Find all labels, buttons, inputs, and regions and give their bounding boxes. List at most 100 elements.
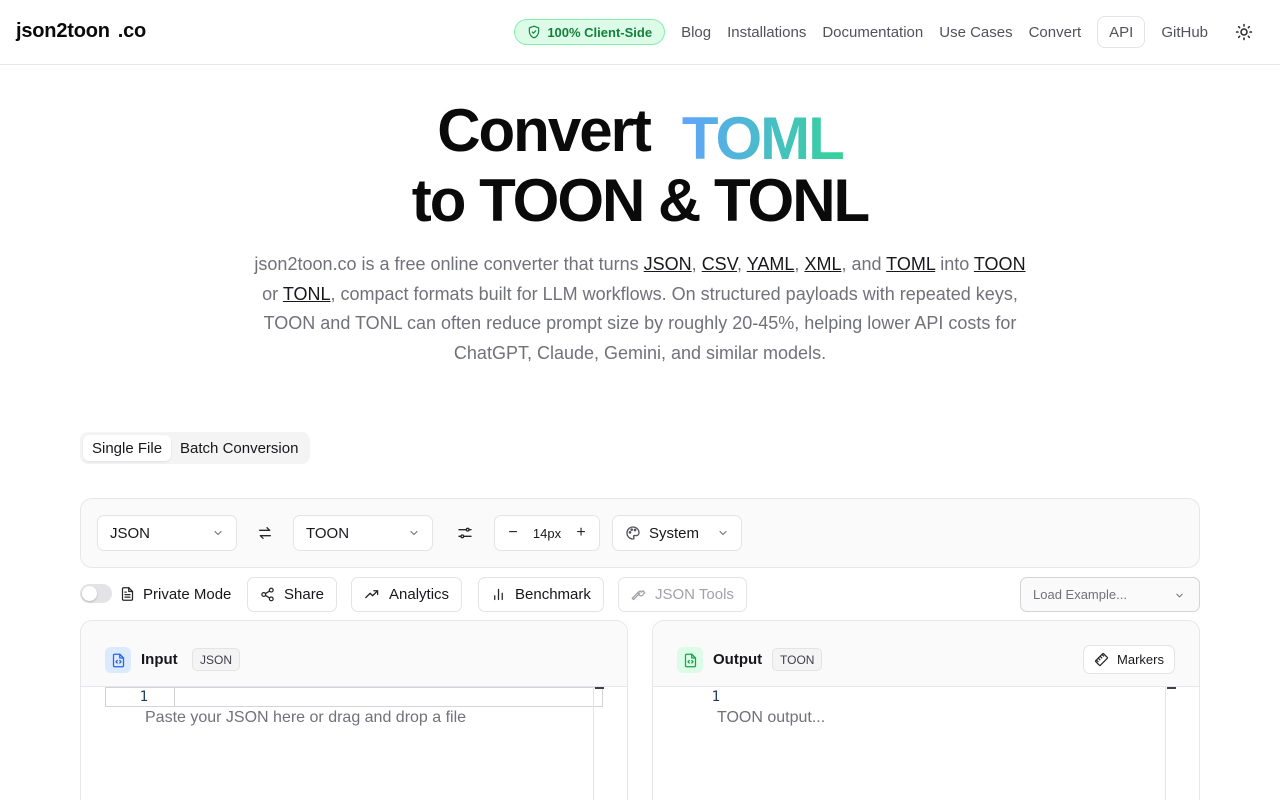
output-placeholder: TOON output... bbox=[717, 709, 826, 726]
output-panel-header: Output TOON Markers bbox=[653, 621, 1199, 687]
link-csv[interactable]: CSV bbox=[702, 254, 737, 274]
share-label: Share bbox=[284, 586, 325, 603]
input-panel-title: Input bbox=[141, 651, 178, 668]
tab-batch-conversion[interactable]: Batch Conversion bbox=[171, 435, 307, 461]
line-gutter: 1 bbox=[677, 687, 747, 800]
trending-up-icon bbox=[365, 590, 379, 599]
palette-icon bbox=[626, 526, 640, 540]
benchmark-button[interactable]: Benchmark bbox=[478, 577, 604, 612]
analytics-button[interactable]: Analytics bbox=[351, 577, 463, 612]
wrench-icon bbox=[631, 590, 646, 601]
input-format-tag: JSON bbox=[192, 648, 241, 671]
chevron-down-icon bbox=[1176, 593, 1183, 598]
intro-text: into bbox=[935, 254, 974, 274]
intro-text: json2toon.co is a free online converter … bbox=[254, 254, 644, 274]
load-example-select[interactable]: Load Example... bbox=[1020, 577, 1200, 612]
ruler-icon bbox=[1094, 652, 1109, 667]
link-yaml[interactable]: YAML bbox=[747, 254, 795, 274]
nav-installations[interactable]: Installations bbox=[727, 24, 806, 41]
badge-label: 100% Client-Side bbox=[547, 24, 653, 40]
markers-button[interactable]: Markers bbox=[1083, 645, 1175, 674]
font-size-value: 14px bbox=[532, 525, 562, 541]
markers-label: Markers bbox=[1117, 652, 1164, 667]
private-mode-label: Private Mode bbox=[120, 584, 231, 604]
theme-toggle-button[interactable] bbox=[1228, 16, 1260, 48]
line-gutter: 1 bbox=[105, 687, 175, 800]
chevron-down-icon bbox=[214, 530, 222, 536]
chevron-down-icon bbox=[410, 530, 418, 536]
link-toon[interactable]: TOON bbox=[974, 254, 1026, 274]
font-size-increase-button[interactable]: + bbox=[575, 524, 587, 542]
editor-scrollbar-track[interactable] bbox=[593, 687, 594, 800]
source-format-value: JSON bbox=[110, 524, 151, 542]
editor-theme-value: System bbox=[649, 524, 700, 542]
bar-chart-icon bbox=[494, 588, 503, 601]
sliders-icon bbox=[458, 527, 472, 539]
hero-convert-word: Convert bbox=[437, 97, 652, 164]
target-format-select[interactable]: TOON bbox=[293, 515, 433, 551]
editor-overview-ruler bbox=[1167, 687, 1176, 689]
json-tools-label: JSON Tools bbox=[655, 586, 734, 603]
sun-icon bbox=[1235, 23, 1253, 41]
load-example-value: Load Example... bbox=[1033, 587, 1127, 602]
nav-convert[interactable]: Convert bbox=[1029, 24, 1082, 41]
mode-tabs: Single File Batch Conversion bbox=[80, 432, 311, 464]
nav-github[interactable]: GitHub bbox=[1161, 24, 1208, 41]
input-panel-header: Input JSON bbox=[81, 621, 627, 687]
target-format-value: TOON bbox=[306, 524, 350, 542]
output-panel: Output TOON Markers 1 TOON output... bbox=[652, 620, 1200, 800]
output-format-tag: TOON bbox=[772, 648, 823, 671]
intro-text: , bbox=[794, 254, 805, 274]
share-icon bbox=[261, 587, 274, 602]
site-logo[interactable]: json2toon .co bbox=[16, 20, 146, 43]
swap-icon bbox=[259, 527, 271, 539]
intro-text: or bbox=[262, 283, 283, 304]
intro-text: , compact formats built for LLM workflow… bbox=[263, 283, 1018, 363]
tab-single-file[interactable]: Single File bbox=[83, 435, 172, 461]
link-json[interactable]: JSON bbox=[644, 254, 692, 274]
swap-formats-button[interactable] bbox=[253, 521, 277, 545]
intro-text: , bbox=[737, 254, 747, 274]
current-line-highlight bbox=[105, 687, 603, 707]
nav-api-button[interactable]: API bbox=[1097, 16, 1146, 48]
input-editor[interactable]: 1 Paste your JSON here or drag and drop … bbox=[81, 687, 627, 800]
chevron-down-icon bbox=[719, 530, 727, 536]
font-size-decrease-button[interactable]: − bbox=[507, 524, 519, 542]
source-format-select[interactable]: JSON bbox=[97, 515, 237, 551]
settings-button[interactable] bbox=[453, 521, 477, 545]
top-nav: 100% Client-Side Blog Installations Docu… bbox=[514, 0, 1280, 64]
link-toml[interactable]: TOML bbox=[886, 254, 935, 274]
analytics-label: Analytics bbox=[389, 586, 450, 603]
hero-rotating-format: TOML bbox=[681, 105, 845, 172]
line-number: 1 bbox=[139, 689, 148, 705]
benchmark-label: Benchmark bbox=[515, 586, 591, 603]
toggle-knob bbox=[82, 586, 97, 601]
input-file-icon-wrap bbox=[105, 647, 131, 673]
font-size-control: − 14px + bbox=[494, 515, 600, 551]
editor-scrollbar-track[interactable] bbox=[1165, 687, 1166, 800]
link-xml[interactable]: XML bbox=[804, 254, 841, 274]
logo-tld: .co bbox=[117, 20, 147, 42]
nav-documentation[interactable]: Documentation bbox=[822, 24, 923, 41]
intro-text: , and bbox=[841, 254, 887, 274]
hero-title-line2: to TOON & TONL bbox=[411, 167, 870, 234]
editor-overview-ruler bbox=[595, 687, 604, 689]
output-file-icon-wrap bbox=[677, 647, 703, 673]
client-side-badge: 100% Client-Side bbox=[514, 19, 666, 45]
link-tonl[interactable]: TONL bbox=[283, 284, 331, 304]
site-header: json2toon .co 100% Client-Side Blog Insta… bbox=[0, 0, 1280, 65]
json-tools-button[interactable]: JSON Tools bbox=[618, 577, 747, 612]
output-editor[interactable]: 1 TOON output... bbox=[653, 687, 1199, 800]
logo-name: json2toon bbox=[16, 20, 110, 42]
share-button[interactable]: Share bbox=[247, 577, 338, 612]
private-mode-toggle[interactable] bbox=[80, 584, 112, 603]
nav-blog[interactable]: Blog bbox=[681, 24, 711, 41]
shield-check-icon bbox=[529, 25, 540, 39]
editor-theme-select[interactable]: System bbox=[612, 515, 742, 551]
input-placeholder: Paste your JSON here or drag and drop a … bbox=[145, 709, 467, 726]
input-panel: Input JSON 1 Paste your JSON here or dra… bbox=[80, 620, 628, 800]
intro-text: , bbox=[691, 254, 702, 274]
converter-toolbar: JSON TOON − 14px + System bbox=[80, 498, 1200, 568]
nav-use-cases[interactable]: Use Cases bbox=[939, 24, 1012, 41]
output-panel-title: Output bbox=[713, 651, 763, 668]
